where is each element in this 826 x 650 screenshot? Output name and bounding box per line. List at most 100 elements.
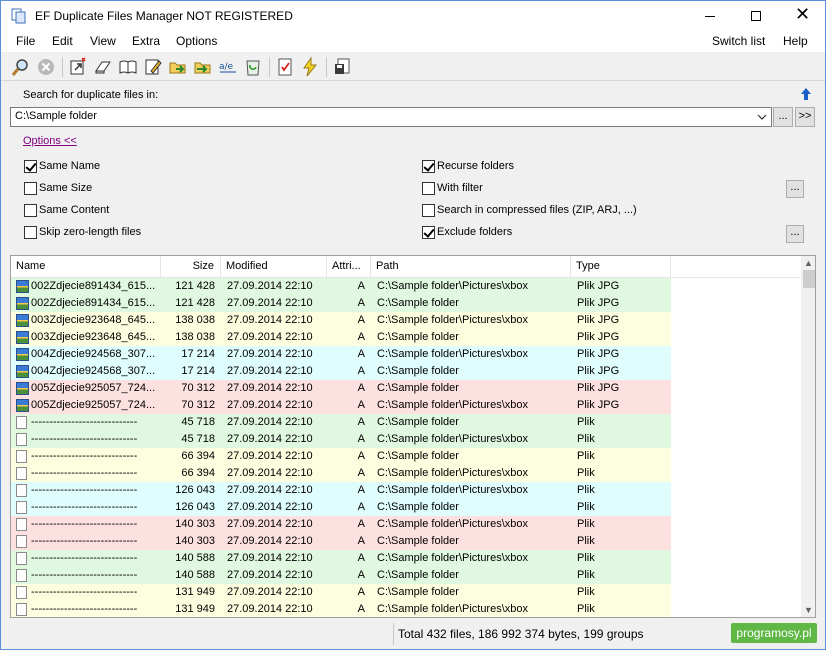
table-row[interactable]: 004Zdjecie924568_307... 17 214 27.09.2014 …	[11, 346, 671, 363]
chevron-down-icon[interactable]	[755, 108, 769, 126]
edit-button[interactable]	[142, 56, 164, 78]
cell-size: 70 312	[181, 399, 215, 411]
same-size-option[interactable]: Same Size	[24, 181, 174, 197]
column-header-modified[interactable]: Modified	[221, 256, 327, 278]
table-row[interactable]: ----------------------------- 140 303 27.0…	[11, 516, 671, 533]
maximize-button[interactable]	[733, 1, 779, 31]
column-header-name[interactable]: Name	[11, 256, 161, 278]
app-icon	[11, 8, 26, 24]
menu-extra[interactable]: Extra	[132, 34, 160, 48]
table-row[interactable]: 005Zdjecie925057_724... 70 312 27.09.2014 …	[11, 397, 671, 414]
table-row[interactable]: 002Zdjecie891434_615... 121 428 27.09.2014…	[11, 278, 671, 295]
cell-attributes: A	[357, 280, 365, 292]
cell-modified: 27.09.2014 22:10	[227, 603, 313, 615]
menu-switch-list[interactable]: Switch list	[712, 34, 765, 48]
cell-type: Plik	[577, 569, 595, 581]
cell-path: C:\Sample folder\Pictures\xbox	[377, 603, 529, 615]
table-row[interactable]: ----------------------------- 66 394 27.09…	[11, 465, 671, 482]
cell-modified: 27.09.2014 22:10	[227, 450, 313, 462]
check-button[interactable]	[274, 56, 296, 78]
filter-settings-button[interactable]: ...	[786, 180, 804, 198]
skip-zero-checkbox[interactable]	[24, 226, 37, 239]
compressed-checkbox[interactable]	[422, 204, 435, 217]
table-row[interactable]: ----------------------------- 45 718 27.09…	[11, 431, 671, 448]
cell-modified: 27.09.2014 22:10	[227, 586, 313, 598]
cell-attributes: A	[357, 416, 365, 428]
copy-to-button[interactable]	[167, 56, 189, 78]
cell-type: Plik	[577, 552, 595, 564]
table-row[interactable]: ----------------------------- 126 043 27.0…	[11, 482, 671, 499]
scroll-down-icon[interactable]: ▼	[804, 605, 813, 615]
scroll-up-icon[interactable]: ▲	[804, 258, 813, 268]
table-row[interactable]: ----------------------------- 131 949 27.0…	[11, 601, 671, 617]
cell-attributes: A	[357, 467, 365, 479]
cell-modified: 27.09.2014 22:10	[227, 314, 313, 326]
table-row[interactable]: ----------------------------- 140 588 27.0…	[11, 567, 671, 584]
table-row[interactable]: ----------------------------- 140 303 27.0…	[11, 533, 671, 550]
arrow-up-icon[interactable]	[799, 87, 813, 101]
eraser-button[interactable]	[92, 56, 114, 78]
search-path-combo[interactable]: C:\Sample folder	[10, 107, 772, 127]
with-filter-checkbox[interactable]	[422, 182, 435, 195]
table-row[interactable]: ----------------------------- 140 588 27.0…	[11, 550, 671, 567]
browse-folder-button[interactable]: ...	[773, 107, 793, 127]
table-row[interactable]: 002Zdjecie891434_615... 121 428 27.09.2014…	[11, 295, 671, 312]
same-name-checkbox[interactable]	[24, 160, 37, 173]
rename-button[interactable]: a/e	[217, 56, 239, 78]
table-row[interactable]: ----------------------------- 45 718 27.09…	[11, 414, 671, 431]
save-list-button[interactable]	[332, 56, 354, 78]
table-row[interactable]: ----------------------------- 131 949 27.0…	[11, 584, 671, 601]
recurse-option[interactable]: Recurse folders	[422, 159, 602, 175]
exclude-option[interactable]: Exclude folders	[422, 225, 602, 241]
open-file-button[interactable]	[67, 56, 89, 78]
with-filter-option[interactable]: With filter	[422, 181, 602, 197]
file-icon	[16, 603, 27, 616]
compressed-option[interactable]: Search in compressed files (ZIP, ARJ, ..…	[422, 203, 682, 219]
menu-edit[interactable]: Edit	[52, 34, 73, 48]
close-button[interactable]: ✕	[779, 1, 825, 31]
table-row[interactable]: 003Zdjecie923648_645... 138 038 27.09.2014…	[11, 312, 671, 329]
title-bar[interactable]: EF Duplicate Files Manager NOT REGISTERE…	[1, 1, 825, 31]
search-button[interactable]	[10, 56, 32, 78]
table-row[interactable]: ----------------------------- 126 043 27.0…	[11, 499, 671, 516]
cell-attributes: A	[357, 603, 365, 615]
menu-file[interactable]: File	[16, 34, 35, 48]
same-content-option[interactable]: Same Content	[24, 203, 174, 219]
menu-view[interactable]: View	[90, 34, 116, 48]
cell-name: 005Zdjecie925057_724...	[31, 399, 156, 411]
scroll-thumb[interactable]	[803, 270, 815, 288]
options-toggle-link[interactable]: Options <<	[23, 135, 77, 147]
more-paths-button[interactable]: >>	[795, 107, 815, 127]
recurse-checkbox[interactable]	[422, 160, 435, 173]
book-button[interactable]	[117, 56, 139, 78]
quick-button[interactable]	[299, 56, 321, 78]
menu-options[interactable]: Options	[176, 34, 217, 48]
table-row[interactable]: 005Zdjecie925057_724... 70 312 27.09.2014 …	[11, 380, 671, 397]
stop-button[interactable]	[35, 56, 57, 78]
cell-type: Plik JPG	[577, 331, 620, 343]
cell-type: Plik	[577, 450, 595, 462]
cell-attributes: A	[357, 314, 365, 326]
table-row[interactable]: ----------------------------- 66 394 27.09…	[11, 448, 671, 465]
table-row[interactable]: 004Zdjecie924568_307... 17 214 27.09.2014 …	[11, 363, 671, 380]
menu-help[interactable]: Help	[783, 34, 808, 48]
minimize-button[interactable]	[687, 1, 733, 31]
exclude-settings-button[interactable]: ...	[786, 225, 804, 243]
table-row[interactable]: 003Zdjecie923648_645... 138 038 27.09.2014…	[11, 329, 671, 346]
column-header-type[interactable]: Type	[571, 256, 671, 278]
cell-size: 121 428	[175, 297, 215, 309]
results-list[interactable]: Name Size Modified Attri... Path Type 00…	[10, 255, 816, 618]
vertical-scrollbar[interactable]: ▲ ▼	[801, 256, 815, 617]
same-content-checkbox[interactable]	[24, 204, 37, 217]
exclude-label: Exclude folders	[437, 226, 513, 238]
skip-zero-option[interactable]: Skip zero-length files	[24, 225, 184, 241]
column-header-size[interactable]: Size	[161, 256, 221, 278]
column-header-attributes[interactable]: Attri...	[327, 256, 371, 278]
recycle-button[interactable]	[242, 56, 264, 78]
file-icon	[16, 518, 27, 531]
move-to-button[interactable]	[192, 56, 214, 78]
same-name-option[interactable]: Same Name	[24, 159, 174, 175]
exclude-checkbox[interactable]	[422, 226, 435, 239]
same-size-checkbox[interactable]	[24, 182, 37, 195]
column-header-path[interactable]: Path	[371, 256, 571, 278]
